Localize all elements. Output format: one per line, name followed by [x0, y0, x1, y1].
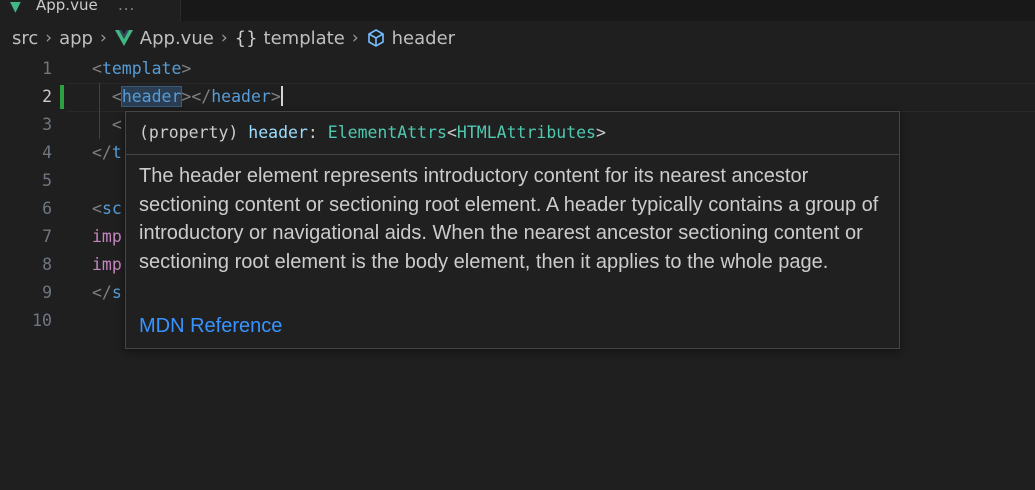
- chevron-right-icon: ›: [220, 28, 228, 48]
- tab-dirty-indicator: ...: [118, 0, 136, 14]
- line-number: 10: [32, 311, 52, 330]
- line-number: 1: [42, 59, 52, 78]
- cube-icon: [366, 28, 386, 48]
- modified-line-indicator: [60, 85, 64, 109]
- line-number: 8: [42, 255, 52, 274]
- tab-bar: ▼ App.vue ...: [0, 0, 1035, 21]
- line-content: <sc: [92, 199, 122, 218]
- tab-label: App.vue: [36, 0, 98, 14]
- hover-tooltip: (property) header: ElementAttrs<HTMLAttr…: [125, 111, 900, 349]
- line-content: imp: [92, 255, 122, 274]
- breadcrumb-item-template[interactable]: template: [264, 28, 345, 49]
- hovered-token: header: [120, 86, 183, 107]
- line-content: </s: [92, 283, 122, 302]
- chevron-right-icon: ›: [351, 28, 359, 48]
- breadcrumb-item-src[interactable]: src: [12, 28, 38, 49]
- breadcrumb-item-file[interactable]: App.vue: [140, 28, 214, 49]
- line-content: <header></header>: [111, 86, 283, 107]
- line-number: 9: [42, 283, 52, 302]
- line-number: 6: [42, 199, 52, 218]
- line-content: </t: [92, 143, 122, 162]
- line-number: 3: [42, 115, 52, 134]
- line-number: 4: [42, 143, 52, 162]
- tab-app-vue[interactable]: ▼ App.vue ...: [0, 0, 181, 21]
- hover-divider: [126, 154, 899, 155]
- breadcrumb-item-app[interactable]: app: [59, 28, 93, 49]
- chevron-right-icon: ›: [99, 28, 107, 48]
- text-cursor: [280, 86, 283, 106]
- line-number: 5: [42, 171, 52, 190]
- chevron-right-icon: ›: [45, 28, 53, 48]
- code-line: 1 <template>: [0, 55, 1035, 83]
- breadcrumb-item-header[interactable]: header: [392, 28, 455, 49]
- vue-logo-icon: ▼: [10, 0, 21, 15]
- breadcrumb: src › app › App.vue › {} template › head…: [12, 26, 455, 50]
- line-content: imp: [92, 227, 122, 246]
- line-content: <template>: [92, 59, 192, 78]
- mdn-reference-link[interactable]: MDN Reference: [139, 315, 282, 338]
- line-content: <: [111, 115, 122, 134]
- braces-icon: {}: [234, 27, 258, 49]
- hover-signature: (property) header: ElementAttrs<HTMLAttr…: [139, 123, 606, 142]
- code-line-active: 2 <header></header>: [0, 83, 1035, 112]
- hover-description: The header element represents introducto…: [139, 165, 879, 273]
- vue-logo-icon: [114, 29, 134, 47]
- line-number: 2: [42, 87, 52, 106]
- line-number: 7: [42, 227, 52, 246]
